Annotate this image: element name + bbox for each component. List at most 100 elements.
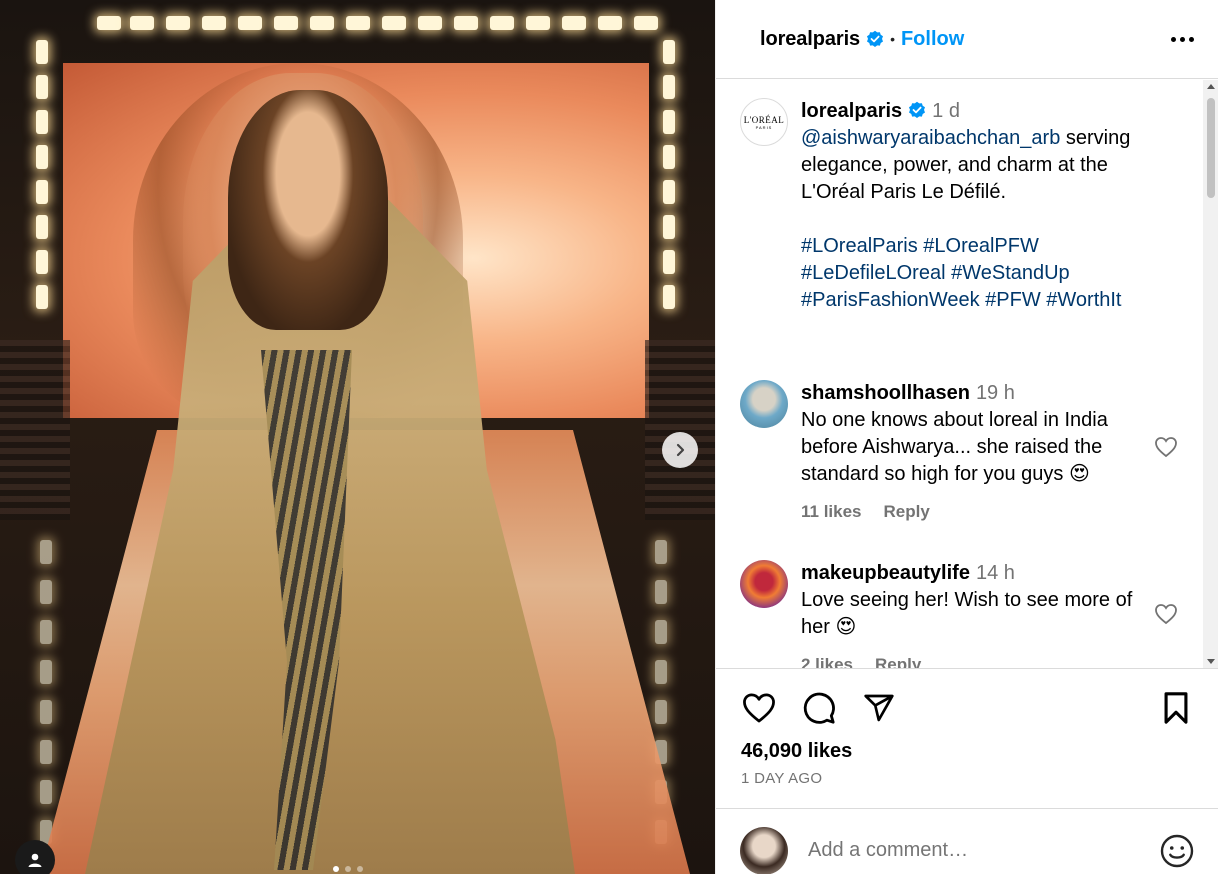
stage-bulb bbox=[655, 580, 667, 604]
scroll-down-arrow-icon[interactable] bbox=[1207, 659, 1215, 664]
scrollbar[interactable] bbox=[1203, 80, 1218, 668]
comment-text: No one knows about loreal in India befor… bbox=[801, 409, 1108, 485]
model-head bbox=[228, 90, 388, 330]
author-avatar[interactable]: L'ORÉAL PARIS bbox=[740, 98, 788, 146]
commenter-avatar[interactable] bbox=[740, 560, 788, 608]
carousel-dot bbox=[357, 866, 363, 872]
stage-bulb bbox=[346, 16, 370, 30]
stage-bulb bbox=[238, 16, 262, 30]
carousel-dots bbox=[333, 866, 363, 872]
comment-item: makeupbeautylife 14 h Love seeing her! Wi… bbox=[740, 560, 1146, 668]
stage-bulb bbox=[663, 145, 675, 169]
reply-button[interactable]: Reply bbox=[875, 651, 921, 668]
bookmark-icon bbox=[1164, 692, 1188, 724]
author-username[interactable]: lorealparis bbox=[760, 28, 860, 51]
comment-likes[interactable]: 11 likes bbox=[801, 498, 862, 525]
stage-bulb bbox=[166, 16, 190, 30]
save-button[interactable] bbox=[1157, 689, 1195, 727]
reply-button[interactable]: Reply bbox=[884, 498, 930, 525]
stage-bulb bbox=[36, 180, 48, 204]
tagged-users-button[interactable] bbox=[15, 840, 55, 874]
current-user-avatar bbox=[740, 826, 788, 874]
commenter-username[interactable]: makeupbeautylife bbox=[801, 562, 970, 584]
comment-icon bbox=[803, 692, 835, 724]
commenter-avatar[interactable] bbox=[740, 380, 788, 428]
carousel-dot bbox=[333, 866, 339, 872]
stage-bulb bbox=[40, 700, 52, 724]
action-bar bbox=[740, 688, 1195, 728]
stage-bulb bbox=[663, 215, 675, 239]
comment-meta: 11 likes Reply bbox=[801, 498, 1146, 525]
stage-bulb bbox=[274, 16, 298, 30]
stage-bulb bbox=[526, 16, 550, 30]
stage-bulb bbox=[36, 145, 48, 169]
user-tag-icon bbox=[28, 853, 42, 867]
comment-button[interactable] bbox=[800, 689, 838, 727]
like-comment-heart-icon[interactable] bbox=[1154, 436, 1178, 458]
stage-bulb bbox=[382, 16, 406, 30]
follow-button[interactable]: Follow bbox=[901, 28, 964, 51]
stage-bulb bbox=[663, 285, 675, 309]
stage-bulb bbox=[418, 16, 442, 30]
comment-likes[interactable]: 2 likes bbox=[801, 651, 853, 668]
emoji-icon[interactable] bbox=[1159, 833, 1195, 869]
post-header: lorealparis • Follow bbox=[716, 0, 1218, 79]
stage-bulb bbox=[36, 75, 48, 99]
post-date[interactable]: 1 DAY AGO bbox=[741, 770, 822, 787]
stage-bulb bbox=[598, 16, 622, 30]
stage-bulb bbox=[40, 780, 52, 804]
stage-bulb bbox=[130, 16, 154, 30]
hashtags-line[interactable]: #ParisFashionWeek #PFW #WorthIt bbox=[801, 287, 1146, 314]
comment-input[interactable] bbox=[808, 839, 1159, 862]
likes-count[interactable]: 46,090 likes bbox=[741, 740, 852, 763]
post-details-panel: lorealparis • Follow L'ORÉAL PARIS lorea… bbox=[715, 0, 1218, 874]
stage-bulb bbox=[97, 16, 121, 30]
stage-bulb bbox=[655, 620, 667, 644]
stage-bulb bbox=[40, 580, 52, 604]
hashtags-line[interactable]: #LeDefileLOreal #WeStandUp bbox=[801, 260, 1146, 287]
more-options-icon[interactable] bbox=[1171, 36, 1194, 42]
stage-bulb bbox=[40, 540, 52, 564]
caption-time[interactable]: 1 d bbox=[932, 100, 960, 122]
next-image-button[interactable] bbox=[662, 432, 698, 468]
scroll-up-arrow-icon[interactable] bbox=[1207, 84, 1215, 89]
caption-body: lorealparis 1 d @aishwaryaraibachchan_ar… bbox=[801, 98, 1146, 314]
share-icon bbox=[864, 694, 894, 722]
stage-bulb bbox=[454, 16, 478, 30]
stage-bulb bbox=[40, 620, 52, 644]
caption-mention[interactable]: @aishwaryaraibachchan_arb bbox=[801, 127, 1060, 149]
like-button[interactable] bbox=[740, 689, 778, 727]
stage-bulb bbox=[36, 110, 48, 134]
comment-body: makeupbeautylife 14 h Love seeing her! Wi… bbox=[801, 560, 1146, 668]
comment-meta: 2 likes Reply bbox=[801, 651, 1146, 668]
heart-icon bbox=[743, 693, 775, 723]
stage-bulb bbox=[663, 40, 675, 64]
caption-text: @aishwaryaraibachchan_arb serving elegan… bbox=[801, 127, 1131, 203]
comment-body: shamshoollhasen 19 h No one knows about l… bbox=[801, 380, 1146, 525]
stage-bulb bbox=[36, 215, 48, 239]
comment-time[interactable]: 19 h bbox=[976, 382, 1015, 404]
comment-time[interactable]: 14 h bbox=[976, 562, 1015, 584]
commenter-username[interactable]: shamshoollhasen bbox=[801, 382, 970, 404]
add-comment-bar bbox=[716, 808, 1218, 874]
stage-bulb bbox=[663, 250, 675, 274]
stage-bulb bbox=[36, 250, 48, 274]
stage-bulb bbox=[655, 540, 667, 564]
post-image[interactable] bbox=[0, 0, 715, 874]
scrollbar-thumb[interactable] bbox=[1207, 98, 1215, 198]
like-comment-heart-icon[interactable] bbox=[1154, 603, 1178, 625]
audience-left bbox=[0, 340, 70, 520]
share-button[interactable] bbox=[860, 689, 898, 727]
stage-bulb bbox=[655, 660, 667, 684]
stage-bulb bbox=[655, 700, 667, 724]
stage-bulb bbox=[40, 660, 52, 684]
stage-bulb bbox=[310, 16, 334, 30]
audience-right bbox=[645, 340, 715, 520]
stage-bulb bbox=[36, 285, 48, 309]
caption-username[interactable]: lorealparis bbox=[801, 100, 902, 122]
comments-scroll-area[interactable]: L'ORÉAL PARIS lorealparis 1 d @aishwarya… bbox=[716, 80, 1218, 669]
stage-bulb bbox=[562, 16, 586, 30]
avatar-logo-subtext: PARIS bbox=[755, 124, 773, 130]
stage-bulb bbox=[36, 40, 48, 64]
hashtags-line[interactable]: #LOrealParis #LOrealPFW bbox=[801, 233, 1146, 260]
